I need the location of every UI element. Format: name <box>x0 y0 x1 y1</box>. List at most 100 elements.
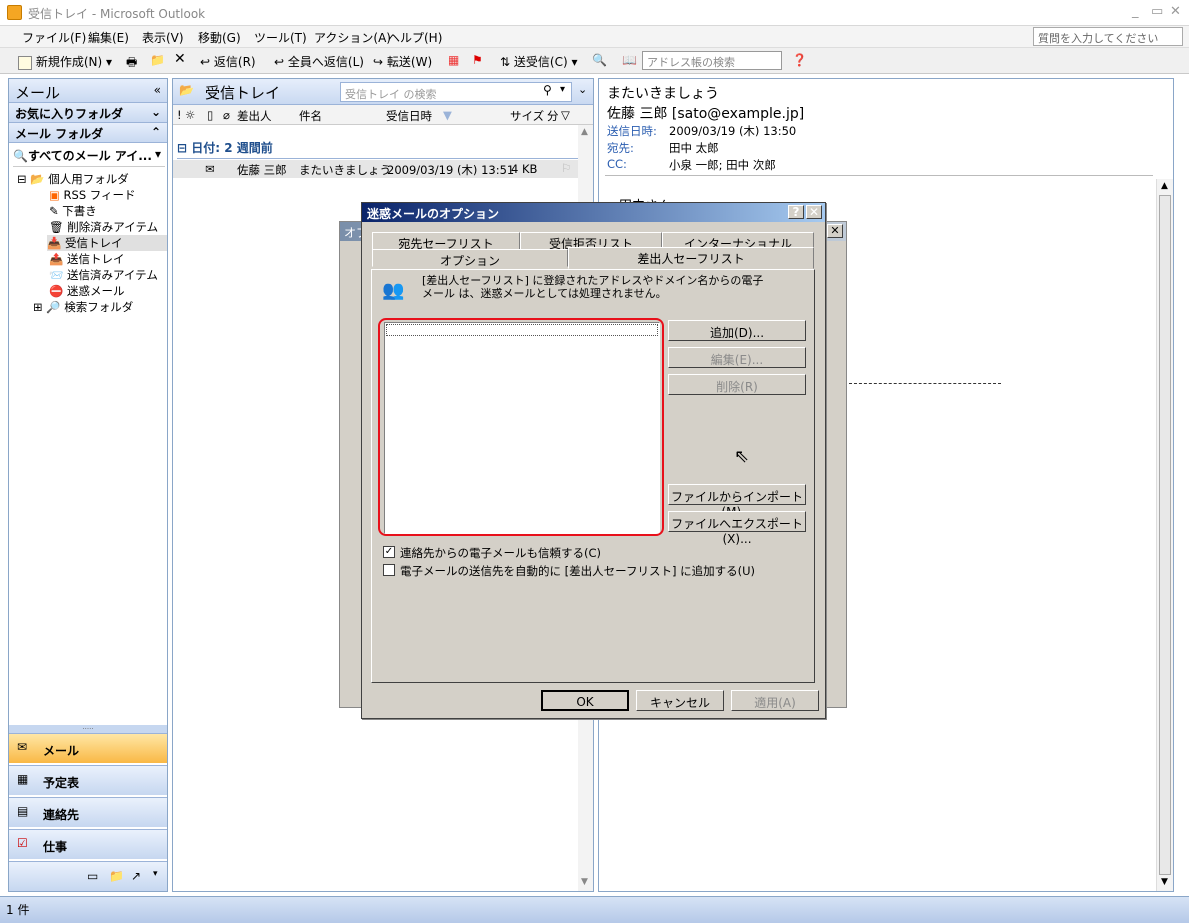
dropdown-icon: ▾ <box>154 147 161 161</box>
nav-calendar-button[interactable]: ▦ 予定表 <box>9 765 167 795</box>
reminder-column-icon[interactable]: ☼ <box>185 108 195 122</box>
address-book-search-input[interactable]: アドレス帳の検索 <box>642 51 782 70</box>
notes-icon[interactable]: ▭ <box>87 869 98 883</box>
remove-button[interactable]: 削除(R) <box>668 374 806 395</box>
auto-add-checkbox[interactable] <box>383 564 395 576</box>
nav-mail-button[interactable]: ✉ メール <box>9 733 167 763</box>
reading-scrollbar[interactable]: ▲ ▼ <box>1156 179 1173 891</box>
flag-column-icon[interactable]: ▽ <box>561 108 570 122</box>
tree-deleted[interactable]: 🗑 削除済みアイテム <box>49 219 158 235</box>
menu-help[interactable]: ヘルプ(H) <box>388 29 442 46</box>
import-button[interactable]: ファイルからインポート(M)... <box>668 484 806 519</box>
from-column[interactable]: 差出人 <box>237 108 272 124</box>
categorize-icon[interactable]: ▦ <box>448 53 459 67</box>
icon-column-icon[interactable]: ▯ <box>207 108 213 122</box>
header-divider <box>605 175 1153 176</box>
subject-column[interactable]: 件名 <box>299 108 322 124</box>
list-title: 受信トレイ <box>205 84 281 102</box>
dialog-close-icon[interactable]: ✕ <box>806 205 822 219</box>
scroll-down-icon[interactable]: ▼ <box>1161 877 1168 887</box>
tree-search-folders[interactable]: ⊞ 🔎 検索フォルダ <box>33 299 133 315</box>
table-row[interactable]: ✉ 佐藤 三郎 またいきましょう 2009/03/19 (木) 13:51 4 … <box>173 160 578 178</box>
reply-button[interactable]: ↩ 返信(R) <box>200 53 256 70</box>
send-receive-button[interactable]: ⇅ 送受信(C) ▾ <box>500 53 577 70</box>
menu-file[interactable]: ファイル(F) <box>22 29 86 46</box>
minimize-icon[interactable]: _ <box>1132 4 1139 19</box>
delete-icon[interactable]: ✕ <box>174 51 186 67</box>
scroll-up-icon[interactable]: ▲ <box>581 127 588 137</box>
received-column[interactable]: 受信日時 <box>386 108 432 124</box>
tree-sent[interactable]: 📨 送信済みアイテム <box>49 267 158 283</box>
nav-contacts-button[interactable]: ▤ 連絡先 <box>9 797 167 827</box>
inbox-search-input[interactable]: 受信トレイ の検索 <box>340 82 572 102</box>
edit-button[interactable]: 編集(E)... <box>668 347 806 368</box>
new-button[interactable]: 新規作成(N) ▾ <box>18 53 112 70</box>
trust-contacts-label[interactable]: 連絡先からの電子メールも信頼する(C) <box>400 545 601 561</box>
folder-icon: 📂 <box>30 172 45 186</box>
nav-tasks-button[interactable]: ☑ 仕事 <box>9 829 167 859</box>
favorites-header[interactable]: お気に入りフォルダ ⌄ <box>9 103 167 123</box>
print-icon[interactable]: 🖶 <box>126 53 137 74</box>
configure-buttons-icon[interactable]: ▾ <box>153 869 158 879</box>
close-icon[interactable]: ✕ <box>1170 4 1181 19</box>
group-header[interactable]: ⊟ 日付: 2 週間前 <box>177 139 582 159</box>
reply-all-button[interactable]: ↩ 全員へ返信(L) <box>274 53 364 70</box>
splitter-handle[interactable]: ····· <box>9 725 167 733</box>
apply-button[interactable]: 適用(A) <box>731 690 819 711</box>
ok-button[interactable]: OK <box>541 690 629 711</box>
list-header: 📂 受信トレイ 受信トレイ の検索 ⚲ ▾ ⌄ <box>173 79 593 105</box>
mail-sender[interactable]: 佐藤 三郎 [sato@example.jp] <box>607 103 804 123</box>
attachment-column-icon[interactable]: ⌀ <box>223 108 230 122</box>
find-icon[interactable]: 🔍 <box>592 53 607 67</box>
menu-view[interactable]: 表示(V) <box>142 29 184 46</box>
shortcuts-icon[interactable]: ↗ <box>131 869 141 883</box>
maximize-icon[interactable]: ▭ <box>1151 4 1163 19</box>
cc-value[interactable]: 小泉 一郎; 田中 次郎 <box>669 157 776 173</box>
all-mail-items[interactable]: 🔍すべてのメール アイ... ▾ <box>13 147 165 167</box>
size-column[interactable]: サイズ <box>510 108 544 124</box>
search-options-icon[interactable]: ▾ <box>560 84 565 95</box>
menu-tools[interactable]: ツール(T) <box>254 29 307 46</box>
auto-add-label[interactable]: 電子メールの送信先を自動的に [差出人セーフリスト] に追加する(U) <box>400 563 755 579</box>
tab-safe-recipients[interactable]: 宛先セーフリスト <box>372 232 520 251</box>
add-button[interactable]: 追加(D)... <box>668 320 806 341</box>
help-search-input[interactable]: 質問を入力してください <box>1033 27 1183 46</box>
scroll-up-icon[interactable]: ▲ <box>1161 181 1168 191</box>
scroll-down-icon[interactable]: ▼ <box>581 877 588 887</box>
inbox-icon: 📥 <box>47 236 62 250</box>
export-button[interactable]: ファイルへエクスポート(X)... <box>668 511 806 546</box>
tab-options[interactable]: オプション <box>372 249 568 268</box>
folder-list-icon[interactable]: 📁 <box>109 869 124 883</box>
mail-folders-header[interactable]: メール フォルダ ⌃ <box>9 123 167 143</box>
row-size: 4 KB <box>511 162 538 176</box>
collapse-icon[interactable]: « <box>154 83 161 97</box>
move-icon[interactable]: 📁 <box>150 53 165 67</box>
tree-junk[interactable]: ⛔ 迷惑メール <box>49 283 124 299</box>
scroll-thumb[interactable] <box>1159 195 1171 875</box>
menu-edit[interactable]: 編集(E) <box>88 29 129 46</box>
tree-drafts[interactable]: ✎ 下書き <box>49 203 97 219</box>
to-value[interactable]: 田中 太郎 <box>669 140 719 156</box>
trash-icon: 🗑 <box>49 220 64 234</box>
tree-inbox[interactable]: 📥 受信トレイ <box>47 235 167 251</box>
trust-contacts-checkbox[interactable]: ✓ <box>383 546 395 558</box>
tree-outbox[interactable]: 📤 送信トレイ <box>49 251 124 267</box>
menu-go[interactable]: 移動(G) <box>198 29 241 46</box>
help-icon[interactable]: ❓ <box>792 53 807 67</box>
tree-rss[interactable]: ▣ RSS フィード <box>49 187 136 203</box>
dialog-help-icon[interactable]: ? <box>788 205 804 219</box>
flag-icon[interactable]: ⚑ <box>472 53 483 67</box>
search-icon[interactable]: ⚲ <box>543 83 552 97</box>
row-flag-icon[interactable]: ⚐ <box>561 161 571 175</box>
tab-safe-senders[interactable]: 差出人セーフリスト <box>568 247 814 269</box>
expand-search-icon[interactable]: ⌄ <box>578 83 587 96</box>
category-column[interactable]: 分 <box>547 108 559 124</box>
forward-icon: ↪ <box>373 55 384 69</box>
bg-dialog-close-icon[interactable]: ✕ <box>827 224 843 238</box>
menu-actions[interactable]: アクション(A) <box>314 29 391 46</box>
tree-personal-folders[interactable]: ⊟ 📂 個人用フォルダ <box>17 171 129 187</box>
forward-button[interactable]: ↪ 転送(W) <box>373 53 432 70</box>
cancel-button[interactable]: キャンセル <box>636 690 724 711</box>
address-book-icon[interactable]: 📖 <box>622 53 637 67</box>
importance-column-icon[interactable]: ! <box>177 108 182 122</box>
